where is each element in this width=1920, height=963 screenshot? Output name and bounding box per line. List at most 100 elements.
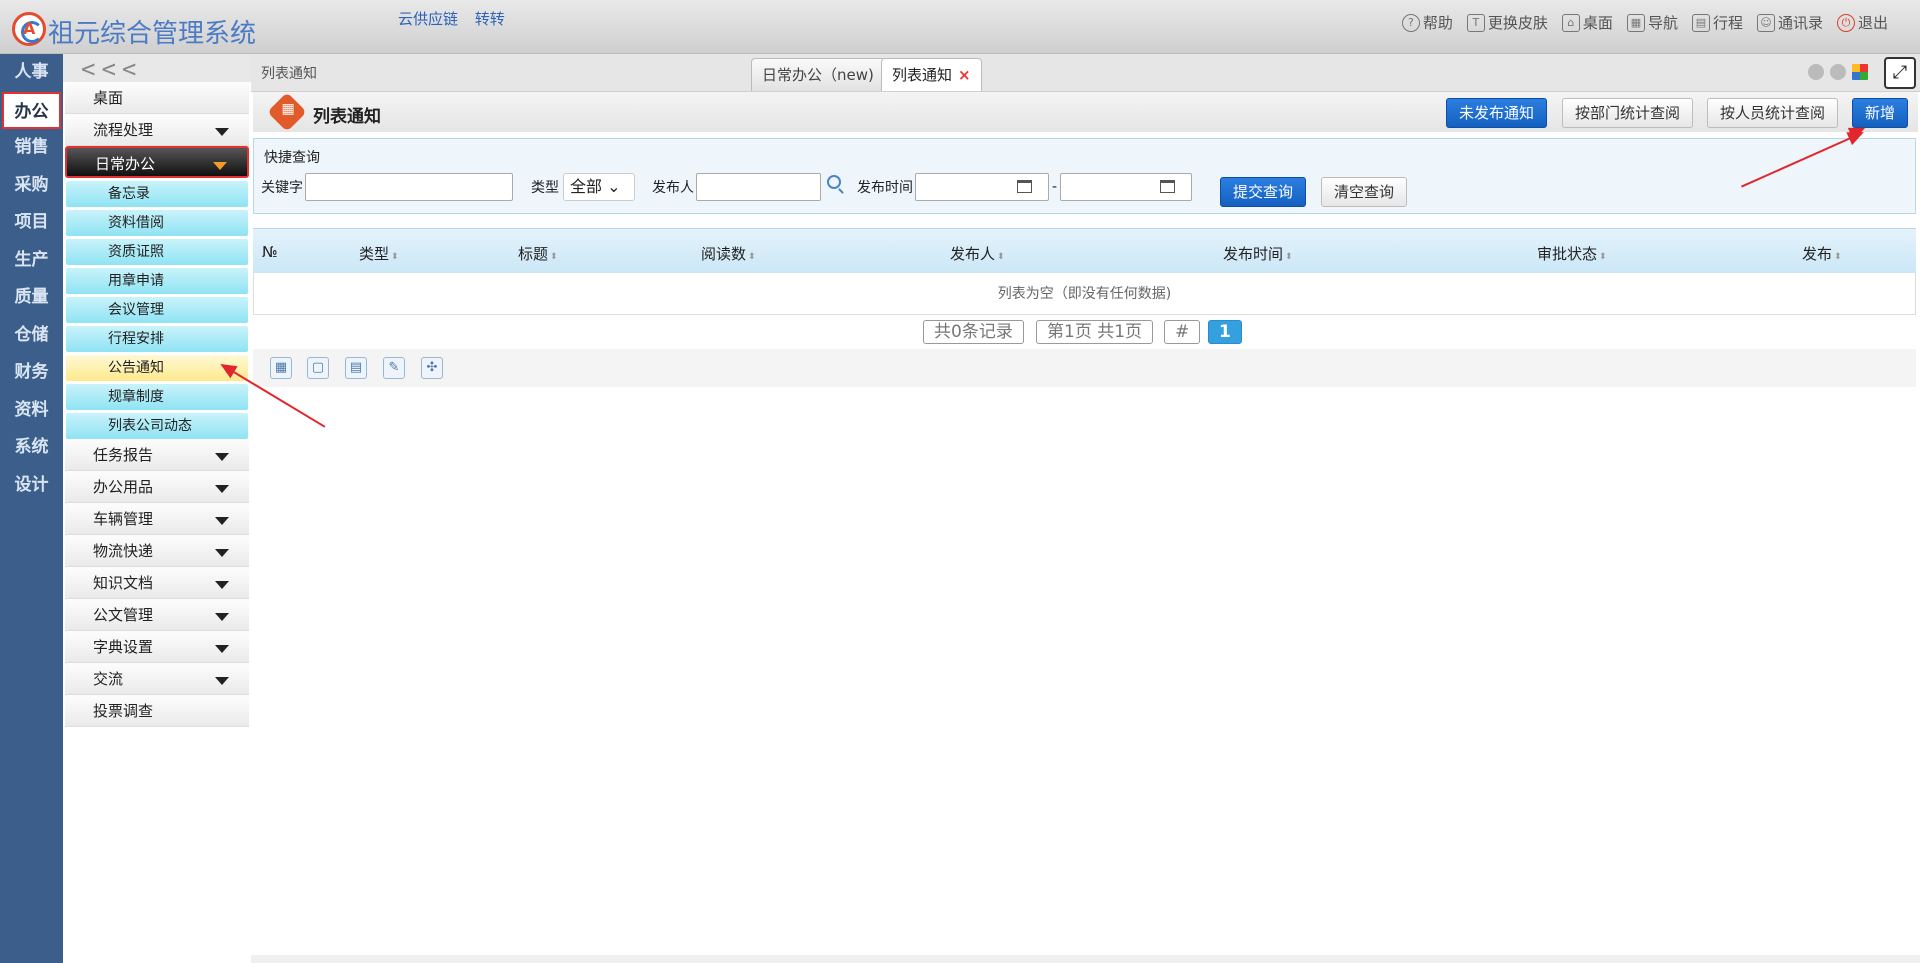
tab-daily-office[interactable]: 日常办公（new) [751, 58, 885, 91]
close-icon[interactable]: × [958, 66, 971, 84]
link-zhuanzhuan[interactable]: 转转 [475, 10, 505, 28]
column-publish-time[interactable]: 发布时间 ⬍ [1223, 243, 1293, 264]
sidebar-group-workflow[interactable]: 流程处理 [65, 114, 249, 146]
rail-item-production[interactable]: 生产 [0, 242, 63, 280]
sidebar-sub-certificates[interactable]: 资质证照 [66, 239, 248, 265]
sidebar-group-vehicles[interactable]: 车辆管理 [65, 503, 249, 535]
stats-by-department-button[interactable]: 按部门统计查阅 [1562, 98, 1694, 128]
logout-button[interactable]: ⏻ 退出 [1836, 12, 1888, 33]
rail-item-hr[interactable]: 人事 [0, 54, 63, 92]
keyword-input[interactable] [305, 173, 513, 201]
chevron-down-icon [215, 645, 229, 653]
pager-record-count: 共0条记录 [923, 320, 1024, 344]
column-label: 标题 [518, 245, 549, 263]
desktop-button[interactable]: ⌂ 桌面 [1561, 12, 1613, 33]
rail-item-purchase[interactable]: 采购 [0, 167, 63, 205]
grid-icon: ▦ [1626, 13, 1645, 32]
sidebar-sub-rules[interactable]: 规章制度 [66, 384, 248, 410]
link-cloud-supply[interactable]: 云供应链 [398, 10, 458, 28]
submit-search-button[interactable]: 提交查询 [1220, 177, 1307, 207]
stats-by-person-button[interactable]: 按人员统计查阅 [1707, 98, 1839, 128]
table-header: № 类型 ⬍ 标题 ⬍ 阅读数 ⬍ 发布人 ⬍ 发布时间 ⬍ 审批状态 ⬍ 发布 ⬍ [253, 228, 1916, 273]
edit-icon[interactable]: ✎ [383, 357, 405, 379]
grid-select-icon[interactable]: ▦ [270, 357, 292, 379]
table-view-icon[interactable]: ▤ [345, 357, 367, 379]
puzzle-icon[interactable]: ✣ [421, 357, 443, 379]
column-type[interactable]: 类型 ⬍ [359, 243, 399, 264]
arrow-left-icon[interactable] [1808, 64, 1824, 80]
publish-time-label: 发布时间 [857, 180, 913, 196]
end-date-input[interactable] [1060, 173, 1193, 201]
sidebar-collapse-button[interactable]: <<< [63, 54, 251, 83]
pager-jump-button[interactable]: # [1164, 320, 1201, 344]
publisher-input[interactable] [696, 173, 821, 201]
chevron-down-icon [213, 162, 227, 170]
change-skin-button[interactable]: T 更换皮肤 [1466, 12, 1548, 33]
unpublished-notices-button[interactable]: 未发布通知 [1446, 98, 1548, 128]
rail-item-system[interactable]: 系统 [0, 429, 63, 467]
type-select[interactable]: 全部 ⌄ [563, 173, 635, 201]
chevron-down-icon [215, 677, 229, 685]
rail-item-quality[interactable]: 质量 [0, 279, 63, 317]
sidebar-group-daily-office[interactable]: 日常办公 [65, 146, 249, 178]
search-icon[interactable] [827, 175, 841, 189]
table-toolbar: ▦ ▢ ▤ ✎ ✣ [253, 349, 1916, 387]
blank-page-icon[interactable]: ▢ [307, 357, 329, 379]
help-button[interactable]: ? 帮助 [1401, 12, 1453, 33]
column-title[interactable]: 标题 ⬍ [518, 243, 558, 264]
sidebar-sub-meetings[interactable]: 会议管理 [66, 297, 248, 323]
rail-item-design[interactable]: 设计 [0, 467, 63, 505]
sidebar-group-knowledge[interactable]: 知识文档 [65, 567, 249, 599]
schedule-button[interactable]: ▤ 行程 [1691, 12, 1743, 33]
chevron-down-icon [215, 517, 229, 525]
sidebar: <<< 桌面 流程处理 日常办公 备忘录 资料借阅 资质证照 用章申请 会议管理… [63, 54, 251, 963]
start-date-input[interactable] [915, 173, 1049, 201]
table-empty-message: 列表为空（即没有任何数据) [253, 273, 1916, 315]
list-grid-icon [267, 92, 307, 132]
rail-item-project[interactable]: 项目 [0, 204, 63, 242]
keyword-label: 关键字 [261, 180, 303, 196]
pager-current-page[interactable]: 1 [1208, 320, 1242, 344]
contacts-button[interactable]: ☺ 通讯录 [1756, 12, 1823, 33]
rail-item-office[interactable]: 办公 [2, 91, 61, 129]
navigation-button[interactable]: ▦ 导航 [1626, 12, 1678, 33]
sidebar-group-logistics[interactable]: 物流快递 [65, 535, 249, 567]
arrow-right-icon[interactable] [1830, 64, 1846, 80]
clear-search-button[interactable]: 清空查询 [1321, 177, 1408, 207]
sidebar-item-label: 流程处理 [93, 121, 154, 139]
tab-notice-list[interactable]: 列表通知 × [881, 58, 982, 91]
top-bar: 祖元综合管理系统 云供应链 转转 ?帮助 T更换皮肤 ⌂桌面 ▦导航 ▤行程 ☺… [0, 0, 1920, 54]
sidebar-group-task-report[interactable]: 任务报告 [65, 439, 249, 471]
sidebar-group-office-supplies[interactable]: 办公用品 [65, 471, 249, 503]
column-publish[interactable]: 发布 ⬍ [1802, 243, 1842, 264]
rail-item-warehouse[interactable]: 仓储 [0, 317, 63, 355]
chevron-down-icon [215, 128, 229, 136]
tab-label: 列表通知 [892, 66, 953, 84]
chevron-down-icon [215, 453, 229, 461]
sidebar-sub-borrow[interactable]: 资料借阅 [66, 210, 248, 236]
rail-item-sales[interactable]: 销售 [0, 129, 63, 167]
rail-item-documents[interactable]: 资料 [0, 392, 63, 430]
contacts-label: 通讯录 [1777, 14, 1823, 32]
sidebar-sub-company-news[interactable]: 列表公司动态 [66, 413, 248, 439]
sidebar-sub-schedule[interactable]: 行程安排 [66, 326, 248, 352]
rail-item-finance[interactable]: 财务 [0, 354, 63, 392]
sidebar-item-label: 日常办公 [95, 155, 156, 173]
sidebar-item-label: 交流 [93, 670, 124, 688]
column-reads[interactable]: 阅读数 ⬍ [701, 243, 756, 264]
sidebar-item-label: 办公用品 [93, 478, 154, 496]
windows-icon[interactable] [1852, 64, 1868, 80]
sidebar-item-desktop[interactable]: 桌面 [65, 82, 249, 114]
column-publisher[interactable]: 发布人 ⬍ [950, 243, 1005, 264]
sidebar-group-dictionary[interactable]: 字典设置 [65, 631, 249, 663]
sidebar-group-communication[interactable]: 交流 [65, 663, 249, 695]
column-approval-status[interactable]: 审批状态 ⬍ [1537, 243, 1607, 264]
sidebar-group-official-docs[interactable]: 公文管理 [65, 599, 249, 631]
fullscreen-button[interactable]: ⤢ [1884, 57, 1916, 89]
sidebar-sub-seal-request[interactable]: 用章申请 [66, 268, 248, 294]
sort-icon: ⬍ [1285, 252, 1293, 262]
column-number[interactable]: № [262, 243, 278, 261]
sidebar-item-vote[interactable]: 投票调查 [65, 695, 249, 727]
sidebar-sub-memo[interactable]: 备忘录 [66, 181, 248, 207]
column-label: 发布人 [950, 245, 996, 263]
